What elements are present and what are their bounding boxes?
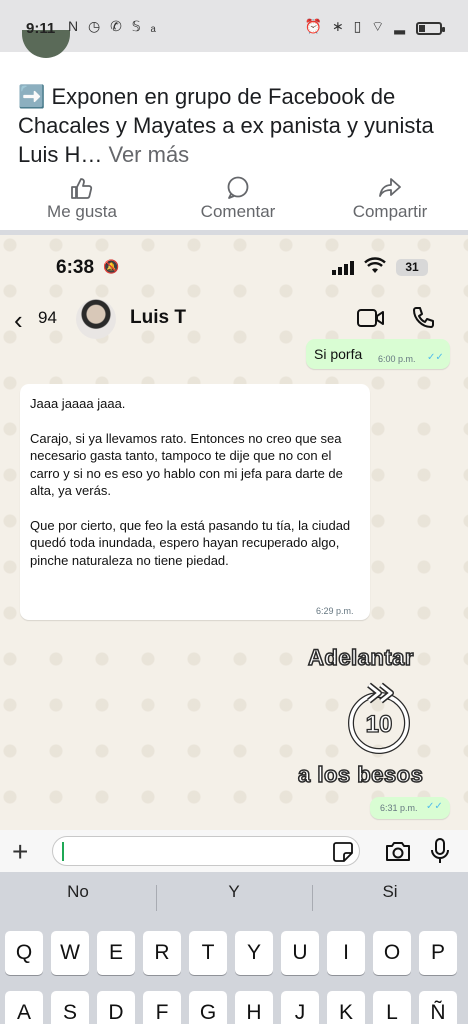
key-s[interactable]: S [51, 991, 89, 1024]
message-body: Jaaa jaaaa jaaa. Carajo, si ya llevamos … [30, 395, 360, 586]
message-time: 6:31 p.m. [380, 803, 418, 813]
message-paragraph: Que por cierto, que feo la está pasando … [30, 517, 351, 568]
skip-forward-label[interactable]: Adelantar [307, 644, 414, 671]
forward-seconds: 10 [366, 711, 393, 738]
share-arrow-icon [379, 178, 401, 197]
share-label: Compartir [352, 202, 428, 221]
key-p[interactable]: P [419, 931, 457, 975]
battery-icon [416, 22, 445, 35]
key-r[interactable]: R [143, 931, 181, 975]
key-k[interactable]: K [327, 991, 365, 1024]
message-bubble-outgoing[interactable]: Si porfa 6:00 p.m. ✓✓ [306, 339, 450, 369]
share-button[interactable]: Compartir [312, 172, 468, 230]
post-image-chat-screenshot[interactable]: 6:38 🔕 31 ‹ 94 Luis T Si porfa 6:00 p.m.… [0, 235, 468, 1024]
microphone-icon[interactable] [430, 837, 450, 865]
phone-call-icon[interactable] [410, 305, 436, 331]
message-time: 6:29 p.m. [316, 606, 354, 616]
message-bubble-outgoing[interactable]: 6:31 p.m. ✓✓ [370, 797, 450, 819]
muted-bell-icon: 🔕 [103, 259, 120, 274]
back-chevron-icon[interactable]: ‹ [14, 305, 23, 336]
comment-button[interactable]: Comentar [160, 172, 316, 230]
post-caption: ➡️ Exponen en grupo de Facebook de Chaca… [18, 82, 458, 169]
key-a[interactable]: A [5, 991, 43, 1024]
read-ticks-icon: ✓✓ [427, 352, 444, 363]
key-w[interactable]: W [51, 931, 89, 975]
message-bubble-incoming[interactable]: Jaaa jaaaa jaaa. Carajo, si ya llevamos … [20, 384, 370, 620]
key-g[interactable]: G [189, 991, 227, 1024]
comment-label: Comentar [200, 202, 276, 221]
status-bar: 9:11 N ◷ ✆ 𝕊 ₐ ⏰ ∗ ▯ ⌔ ▂ [0, 0, 468, 58]
comment-bubble-icon [227, 176, 249, 199]
attach-plus-icon[interactable]: + [12, 838, 28, 866]
sticker-icon[interactable] [332, 841, 354, 863]
like-label: Me gusta [47, 202, 117, 221]
chat-header [0, 295, 468, 345]
message-paragraph: Carajo, si ya llevamos rato. Entonces no… [30, 430, 343, 499]
notification-icons: N ◷ ✆ 𝕊 ₐ [68, 18, 159, 34]
camera-icon[interactable] [384, 839, 412, 863]
message-text: Si porfa [314, 346, 363, 362]
signal-icon [332, 261, 354, 275]
ios-time: 6:38 [56, 257, 95, 278]
ios-battery: 31 [396, 259, 428, 276]
wifi-icon [364, 257, 386, 273]
read-ticks-icon: ✓✓ [426, 801, 443, 812]
key-f[interactable]: F [143, 991, 181, 1024]
key-enye[interactable]: Ñ [419, 991, 457, 1024]
ios-status-bar: 6:38 🔕 31 [0, 235, 468, 295]
message-time: 6:00 p.m. [378, 354, 416, 364]
overlay-caption: a los besos [297, 761, 424, 788]
key-e[interactable]: E [97, 931, 135, 975]
message-input[interactable] [52, 836, 360, 866]
key-o[interactable]: O [373, 931, 411, 975]
key-y[interactable]: Y [235, 931, 273, 975]
key-h[interactable]: H [235, 991, 273, 1024]
key-t[interactable]: T [189, 931, 227, 975]
text-cursor [62, 842, 64, 861]
thumbs-up-icon [71, 178, 93, 199]
key-d[interactable]: D [97, 991, 135, 1024]
like-button[interactable]: Me gusta [4, 172, 160, 230]
key-u[interactable]: U [281, 931, 319, 975]
key-q[interactable]: Q [5, 931, 43, 975]
forward-10-icon[interactable]: 10 [343, 679, 415, 759]
key-l[interactable]: L [373, 991, 411, 1024]
status-time: 9:11 [26, 20, 56, 37]
post-caption-text: ➡️ Exponen en grupo de Facebook de Chaca… [18, 84, 434, 167]
message-paragraph: Jaaa jaaaa jaaa. [30, 396, 126, 411]
contact-name[interactable]: Luis T [130, 307, 186, 329]
system-icons: ⏰ ∗ ▯ ⌔ ▂ [304, 18, 408, 34]
suggestion-1[interactable]: No [0, 882, 156, 902]
suggestion-2[interactable]: Y [156, 882, 312, 902]
unread-count[interactable]: 94 [38, 308, 57, 328]
see-more-link[interactable]: Ver más [108, 142, 189, 167]
post-action-bar: Me gusta Comentar Compartir [0, 172, 468, 230]
suggestion-3[interactable]: Si [312, 882, 468, 902]
video-call-icon[interactable] [356, 307, 386, 329]
contact-avatar[interactable] [76, 299, 116, 339]
key-j[interactable]: J [281, 991, 319, 1024]
key-i[interactable]: I [327, 931, 365, 975]
